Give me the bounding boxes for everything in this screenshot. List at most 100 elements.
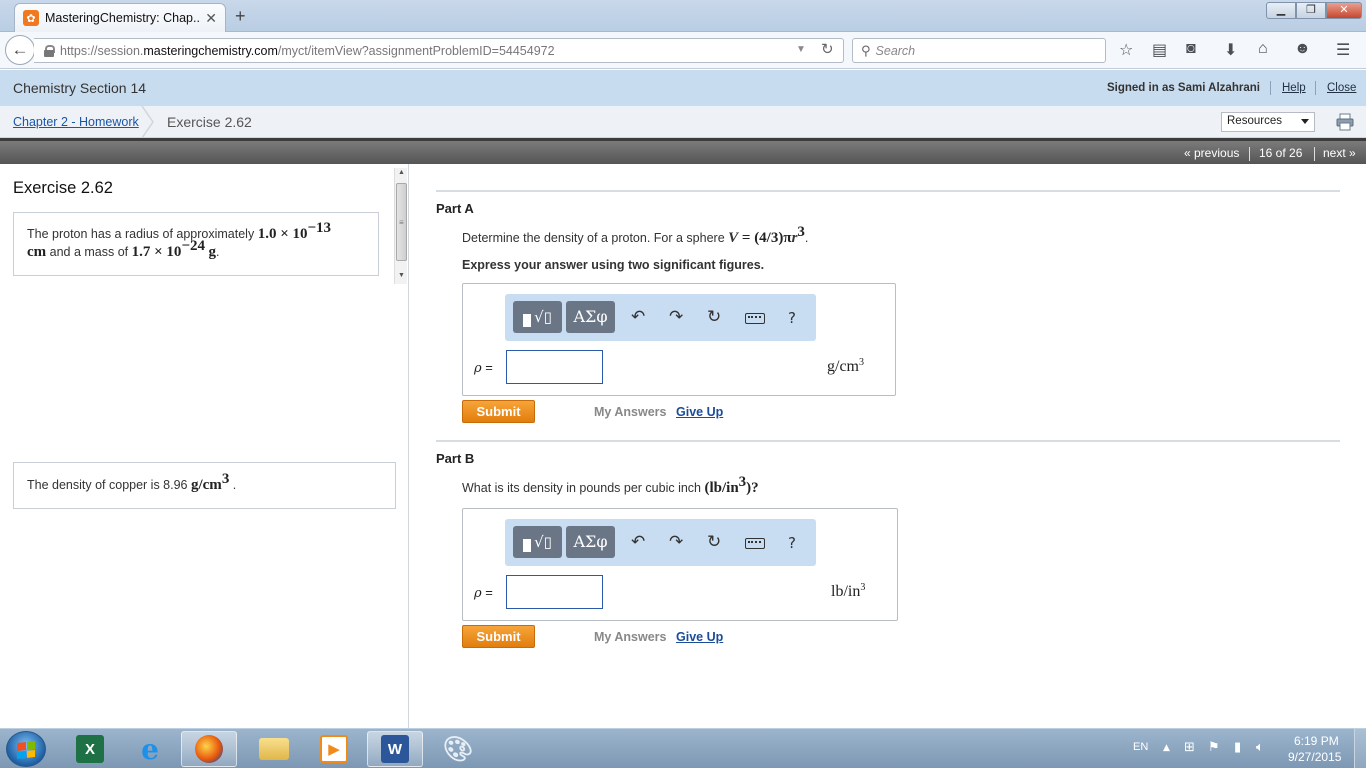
download-icon[interactable]: ⬇ [1224,40,1237,60]
url-history-dropdown-icon[interactable]: ▼ [796,44,806,55]
windows-taskbar: X e ▶ W 🎨︎ EN ▲ ⊞ ⚑ ▮ 🔈︎ 6:19 PM 9/27/20… [0,728,1366,768]
problem-statement: The proton has a radius of approximately… [13,212,379,276]
url-bar[interactable]: https://session. masteringchemistry.com/m… [34,38,844,63]
rho-symbol: ρ [474,586,482,601]
part-a-answer-input[interactable] [506,350,603,384]
pocket-icon[interactable]: ◙ [1186,40,1196,58]
period: . [804,231,809,245]
reload-icon[interactable]: ↻ [821,40,834,58]
keyboard-icon[interactable] [745,313,765,324]
equals-sign: = [481,585,493,600]
window-restore-button[interactable]: ❐ [1296,2,1326,19]
help-icon[interactable]: ? [788,534,796,552]
search-input[interactable]: ⚲ Search [852,38,1106,63]
template-block-icon [523,313,532,327]
new-tab-button[interactable]: + [235,6,246,27]
word-icon: W [381,735,409,763]
home-icon[interactable]: ⌂ [1258,40,1268,58]
browser-navbar: ← https://session. masteringchemistry.com… [0,32,1366,69]
action-center-flag-icon[interactable]: ⚑ [1208,740,1220,755]
browser-tab[interactable]: ✿ MasteringChemistry: Chap... ✕ [14,3,226,32]
redo-icon[interactable]: ↷ [669,307,683,327]
problem-scrollbar[interactable]: ▲ ≡ ▼ [394,168,407,284]
reset-icon[interactable]: ↻ [707,307,721,327]
formula-volume: V [728,230,739,246]
back-arrow-icon: ← [11,40,29,59]
tab-close-icon[interactable]: ✕ [205,10,217,27]
undo-icon[interactable]: ↶ [631,532,645,552]
internet-explorer-taskbar-button[interactable]: e [122,731,178,767]
greek-symbols-button[interactable]: ΑΣφ [566,301,615,333]
paint-palette-icon: 🎨︎ [442,735,474,763]
keyboard-icon[interactable] [745,538,765,549]
radius-unit: cm [27,244,47,260]
excel-taskbar-button[interactable]: X [62,731,118,767]
header-divider [1315,81,1316,95]
internet-explorer-icon: e [141,732,159,766]
file-explorer-taskbar-button[interactable] [246,731,302,767]
reading-list-icon[interactable]: ▤ [1152,40,1167,60]
hello-icon[interactable]: ☻ [1294,40,1311,58]
part-a-give-up-link[interactable]: Give Up [676,405,723,419]
unit-exponent: 3 [860,582,866,593]
media-player-taskbar-button[interactable]: ▶ [306,731,362,767]
part-b-submit-button[interactable]: Submit [462,625,535,648]
print-icon[interactable] [1336,113,1354,131]
rho-label: ρ = [474,585,493,601]
window-close-button[interactable]: ✕ [1326,2,1362,19]
part-b-answer-input[interactable] [506,575,603,609]
windows-action-icon[interactable]: ⊞ [1184,740,1195,755]
part-a-question: Determine the density of a proton. For a… [462,225,809,247]
part-b-give-up-link[interactable]: Give Up [676,630,723,644]
lock-icon [44,44,55,57]
clock-date[interactable]: 9/27/2015 [1288,750,1341,764]
next-link[interactable]: next » [1323,146,1356,160]
help-icon[interactable]: ? [788,309,796,327]
show-desktop-button[interactable] [1354,729,1366,768]
breadcrumb-assignment-link[interactable]: Chapter 2 - Homework [13,115,139,129]
word-taskbar-button[interactable]: W [367,731,423,767]
mass-value: 1.7 × 10 [131,244,182,260]
paint-taskbar-button[interactable]: 🎨︎ [430,731,486,767]
mass-exponent: −24 [181,238,205,254]
part-b-question: What is its density in pounds per cubic … [462,475,759,497]
part-a-submit-button[interactable]: Submit [462,400,535,423]
part-divider [436,190,1340,192]
question-end: )? [746,480,759,496]
template-block-icon [523,538,532,552]
radius-value: 1.0 × 10 [257,226,308,242]
show-hidden-icons-icon[interactable]: ▲ [1163,743,1170,753]
window-minimize-button[interactable]: ▁ [1266,2,1296,19]
templates-button[interactable]: √▯ [513,301,562,333]
volume-icon[interactable]: 🔈︎ [1256,740,1264,755]
search-icon: ⚲ [861,42,871,58]
start-button[interactable] [6,731,46,767]
templates-button[interactable]: √▯ [513,526,562,558]
scroll-down-icon[interactable]: ▼ [398,272,405,279]
signed-in-label: Signed in as Sami Alzahrani [1107,82,1260,94]
back-button[interactable]: ← [5,35,35,65]
menu-icon[interactable]: ☰ [1336,40,1350,60]
clock-time[interactable]: 6:19 PM [1294,734,1339,748]
resources-dropdown[interactable]: Resources [1221,112,1315,132]
radical-icon: √▯ [534,308,552,326]
scroll-thumb[interactable]: ≡ [396,183,407,261]
breadcrumb-chevron-icon [141,106,154,138]
unit-exponent: 3 [859,357,864,368]
battery-icon[interactable]: ▮ [1234,740,1241,755]
redo-icon[interactable]: ↷ [669,532,683,552]
close-link[interactable]: Close [1327,82,1356,94]
firefox-taskbar-button[interactable] [181,731,237,767]
play-icon: ▶ [320,735,348,763]
help-link[interactable]: Help [1282,82,1306,94]
greek-symbols-button[interactable]: ΑΣφ [566,526,615,558]
language-indicator[interactable]: EN [1133,741,1148,753]
scroll-up-icon[interactable]: ▲ [398,169,405,176]
undo-icon[interactable]: ↶ [631,307,645,327]
part-b-my-answers[interactable]: My Answers [594,630,666,644]
problem-text: and a mass of [46,245,132,259]
bookmark-star-icon[interactable]: ☆ [1119,40,1133,60]
reset-icon[interactable]: ↻ [707,532,721,552]
part-a-my-answers[interactable]: My Answers [594,405,666,419]
previous-link[interactable]: « previous [1184,146,1239,160]
